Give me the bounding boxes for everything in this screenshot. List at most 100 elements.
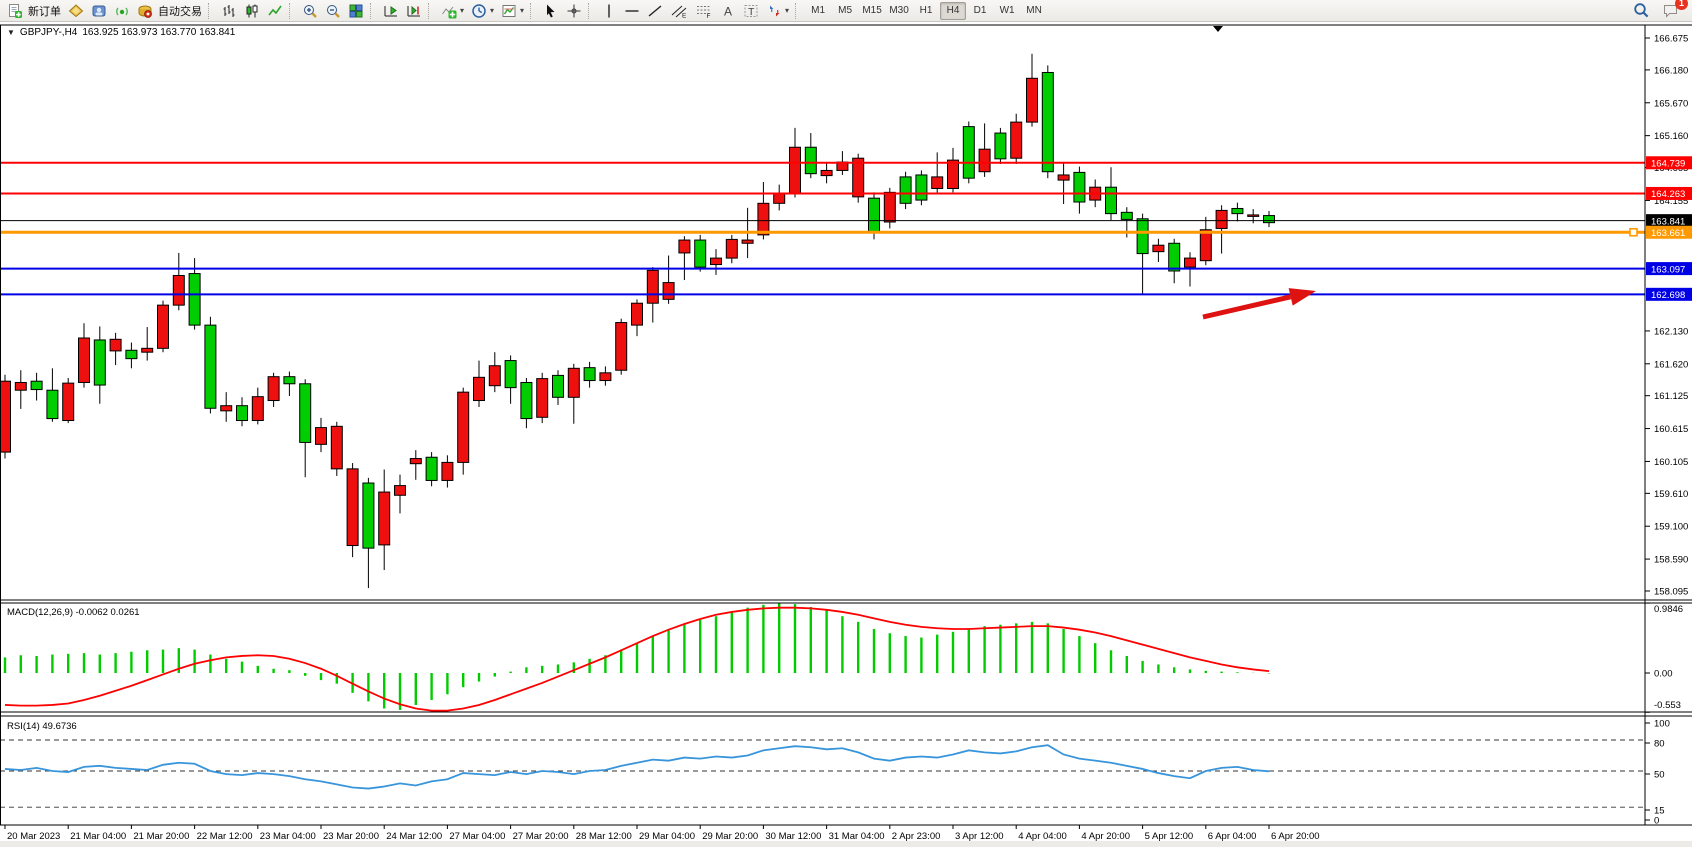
bars-chart-icon bbox=[221, 3, 237, 19]
dropdown-caret-icon: ▾ bbox=[460, 6, 464, 15]
timeframe-w1-button[interactable]: W1 bbox=[994, 2, 1020, 20]
candle-body bbox=[632, 303, 643, 325]
chart-canvas[interactable]: 166.675166.180165.670165.160164.665164.1… bbox=[0, 22, 1692, 847]
timeframe-m5-button[interactable]: M5 bbox=[832, 2, 858, 20]
candle-body bbox=[758, 203, 769, 235]
crosshair-button[interactable] bbox=[563, 1, 585, 21]
date-tick-label: 29 Mar 04:00 bbox=[639, 831, 695, 842]
candle-body bbox=[331, 426, 342, 469]
timeframe-h1-button[interactable]: H1 bbox=[913, 2, 939, 20]
indicators-button[interactable]: ▾ bbox=[438, 1, 467, 21]
signals-button[interactable] bbox=[111, 1, 133, 21]
vertical-line-button[interactable] bbox=[598, 1, 620, 21]
bars-chart-button[interactable] bbox=[218, 1, 240, 21]
search-button[interactable] bbox=[1630, 1, 1653, 21]
notifications-button[interactable]: 1 bbox=[1659, 1, 1682, 21]
candle-body bbox=[1106, 187, 1117, 213]
line-chart-icon bbox=[267, 3, 283, 19]
horizontal-line-button[interactable] bbox=[621, 1, 643, 21]
cursor-button[interactable] bbox=[540, 1, 562, 21]
fibonacci-button[interactable]: F bbox=[692, 1, 716, 21]
timeframe-d1-button[interactable]: D1 bbox=[967, 2, 993, 20]
zoom-in-button[interactable] bbox=[299, 1, 321, 21]
periods-button[interactable]: ▾ bbox=[468, 1, 497, 21]
timeframe-group: M1M5M15M30H1H4D1W1MN bbox=[805, 2, 1047, 20]
candle-body bbox=[252, 397, 263, 421]
candle-body bbox=[869, 198, 880, 233]
publisher-button[interactable] bbox=[88, 1, 110, 21]
date-tick-label: 27 Mar 20:00 bbox=[513, 831, 569, 842]
candle-body bbox=[600, 373, 611, 381]
candle-body bbox=[221, 406, 232, 411]
new-order-button[interactable]: 新订单 bbox=[4, 1, 64, 21]
channel-icon: E bbox=[670, 3, 688, 19]
timeframe-mn-button[interactable]: MN bbox=[1021, 2, 1047, 20]
rsi-tick-label: 100 bbox=[1654, 719, 1670, 730]
account-button[interactable] bbox=[65, 1, 87, 21]
candle-body bbox=[695, 240, 706, 267]
candle-body bbox=[1027, 78, 1038, 122]
candle-body bbox=[1153, 245, 1164, 251]
search-icon bbox=[1633, 2, 1650, 19]
signals-icon bbox=[114, 3, 130, 19]
candle-body bbox=[284, 377, 295, 384]
chart-shift-button[interactable] bbox=[403, 1, 425, 21]
candle-body bbox=[979, 149, 990, 172]
price-tick-label: 161.125 bbox=[1654, 391, 1688, 402]
candles-chart-button[interactable] bbox=[241, 1, 263, 21]
templates-button[interactable]: ▾ bbox=[498, 1, 527, 21]
candle-body bbox=[0, 381, 11, 452]
toolbar-separator bbox=[428, 3, 435, 19]
candle-body bbox=[647, 270, 658, 303]
toolbar-separator bbox=[208, 3, 215, 19]
tile-windows-button[interactable] bbox=[345, 1, 367, 21]
date-tick-label: 29 Mar 20:00 bbox=[702, 831, 758, 842]
zoom-out-button[interactable] bbox=[322, 1, 344, 21]
ohlc-values: 163.925 163.973 163.770 163.841 bbox=[82, 27, 235, 38]
dropdown-caret-icon: ▾ bbox=[520, 6, 524, 15]
price-tick-label: 160.105 bbox=[1654, 457, 1688, 468]
price-tick-label: 159.610 bbox=[1654, 489, 1688, 500]
chart-background bbox=[0, 25, 1692, 841]
autotrading-button[interactable]: 自动交易 bbox=[134, 1, 205, 21]
dropdown-caret-icon: ▾ bbox=[785, 6, 789, 15]
candles-chart-icon bbox=[244, 3, 260, 19]
price-tick-label: 165.670 bbox=[1654, 98, 1688, 109]
price-tick-label: 158.590 bbox=[1654, 555, 1688, 566]
candle-body bbox=[158, 305, 169, 348]
candle-body bbox=[379, 492, 390, 545]
date-tick-label: 4 Apr 20:00 bbox=[1081, 831, 1130, 842]
candle-body bbox=[821, 170, 832, 175]
candle-body bbox=[316, 428, 327, 445]
line-chart-button[interactable] bbox=[264, 1, 286, 21]
text-label-button[interactable]: T bbox=[740, 1, 762, 21]
auto-scroll-button[interactable] bbox=[380, 1, 402, 21]
candle-body bbox=[1185, 258, 1196, 267]
symbol-period-label: GBPJPY-,H4 bbox=[20, 27, 77, 38]
collapse-triangle-icon[interactable]: ▼ bbox=[7, 28, 15, 37]
candle-body bbox=[1137, 219, 1148, 254]
timeframe-h4-button[interactable]: H4 bbox=[940, 2, 966, 20]
candle-body bbox=[900, 177, 911, 203]
equidistant-channel-button[interactable]: E bbox=[667, 1, 691, 21]
arrows-button[interactable]: ▾ bbox=[763, 1, 792, 21]
macd-tick-label: 0.9846 bbox=[1654, 604, 1683, 615]
price-tick-label: 162.130 bbox=[1654, 326, 1688, 337]
candle-body bbox=[553, 375, 564, 397]
candle-body bbox=[932, 177, 943, 189]
price-tick-label: 165.160 bbox=[1654, 131, 1688, 142]
timeframe-m1-button[interactable]: M1 bbox=[805, 2, 831, 20]
candle-body bbox=[1042, 72, 1053, 171]
cursor-icon bbox=[543, 3, 559, 19]
candle-body bbox=[79, 338, 90, 382]
candle-body bbox=[300, 384, 311, 443]
price-tick-label: 158.095 bbox=[1654, 586, 1688, 597]
text-button[interactable]: A bbox=[717, 1, 739, 21]
line-handle[interactable] bbox=[1630, 229, 1637, 236]
timeframe-m30-button[interactable]: M30 bbox=[886, 2, 912, 20]
trendline-button[interactable] bbox=[644, 1, 666, 21]
candle-body bbox=[1216, 210, 1227, 228]
timeframe-m15-button[interactable]: M15 bbox=[859, 2, 885, 20]
toolbar-separator bbox=[289, 3, 296, 19]
price-badge-label: 162.698 bbox=[1651, 290, 1685, 301]
